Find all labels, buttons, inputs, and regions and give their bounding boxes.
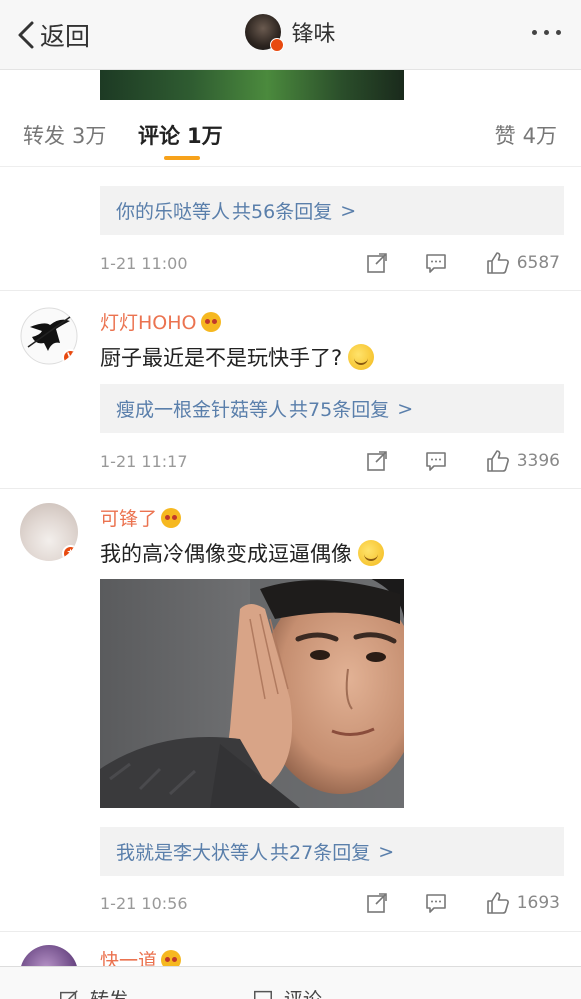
tab-count: 4万 xyxy=(522,124,557,148)
comment-button[interactable]: 评论 xyxy=(252,985,322,999)
avatar[interactable]: ★ xyxy=(20,503,78,561)
comment-icon[interactable] xyxy=(424,251,448,275)
comment-time: 1-21 10:56 xyxy=(100,894,188,913)
share-icon[interactable] xyxy=(365,891,389,915)
like-button[interactable]: 3396 xyxy=(485,448,560,474)
vip-crown-icon xyxy=(161,508,182,528)
share-icon xyxy=(60,989,78,999)
avatar[interactable]: V xyxy=(20,307,78,365)
username-text: 可锋了 xyxy=(100,508,158,530)
navigation-bar: 返回 锋味 xyxy=(0,0,581,70)
comment-photo[interactable] xyxy=(100,579,404,808)
active-tab-indicator xyxy=(164,156,200,160)
man-portrait-image xyxy=(100,579,404,808)
tab-likes[interactable]: 赞 4万 xyxy=(495,120,557,150)
comment-text: 我的高冷偶像变成逗逼偶像 xyxy=(100,542,352,566)
comment-label: 评论 xyxy=(284,985,322,999)
reply-count: 共56条回复 xyxy=(232,201,333,223)
tab-bar: 转发 3万 评论 1万 赞 4万 xyxy=(0,100,581,167)
reply-summary-link[interactable]: 你的乐哒等人 共56条回复 > xyxy=(100,186,564,235)
verified-badge-icon: ★ xyxy=(62,545,78,561)
comment-icon xyxy=(254,990,272,999)
like-count: 6587 xyxy=(516,253,560,273)
reply-names: 我就是李大状等人 xyxy=(116,842,269,864)
comment-meta: 1-21 10:56 1693 xyxy=(100,889,564,919)
verified-badge-icon: V xyxy=(62,349,78,365)
comment-icon[interactable] xyxy=(424,891,448,915)
username-text: 灯灯HOHO xyxy=(100,312,197,334)
comment-username[interactable]: 灯灯HOHO xyxy=(100,308,221,335)
comment-text: 厨子最近是不是玩快手了? xyxy=(100,346,343,370)
tab-count: 3万 xyxy=(72,124,107,148)
bottom-action-bar: 转发 评论 xyxy=(0,966,581,999)
chevron-right-icon: > xyxy=(397,397,414,420)
comment-meta: 1-21 11:00 6587 xyxy=(100,249,564,279)
reply-summary-link[interactable]: 瘦成一根金针菇等人 共75条回复 > xyxy=(100,384,564,433)
like-count: 1693 xyxy=(516,893,560,913)
reply-names: 瘦成一根金针菇等人 xyxy=(116,399,288,421)
comment-body: 我的高冷偶像变成逗逼偶像 xyxy=(100,538,384,568)
comment-time: 1-21 11:00 xyxy=(100,254,188,273)
comment-username[interactable]: 可锋了 xyxy=(100,504,182,531)
verified-badge-icon xyxy=(270,38,285,52)
chevron-right-icon: > xyxy=(340,199,357,222)
repost-label: 转发 xyxy=(90,985,128,999)
divider xyxy=(0,931,581,932)
vip-crown-icon xyxy=(200,312,221,332)
chevron-right-icon: > xyxy=(378,840,395,863)
tab-repost[interactable]: 转发 3万 xyxy=(23,120,106,150)
tab-label: 赞 xyxy=(494,124,516,148)
share-icon[interactable] xyxy=(365,251,389,275)
post-image-peek[interactable] xyxy=(100,70,404,100)
tab-label: 转发 xyxy=(23,124,65,148)
reply-count: 共27条回复 xyxy=(270,842,371,864)
divider xyxy=(0,488,581,489)
emoji-icon xyxy=(358,540,384,566)
tab-label: 评论 xyxy=(138,124,180,148)
reply-count: 共75条回复 xyxy=(289,399,390,421)
like-thumb-icon xyxy=(486,450,509,472)
tab-comments[interactable]: 评论 1万 xyxy=(138,120,223,150)
avatar xyxy=(245,14,285,52)
like-thumb-icon xyxy=(486,892,509,914)
comment-time: 1-21 11:17 xyxy=(100,452,188,471)
comment-body: 厨子最近是不是玩快手了? xyxy=(100,342,375,372)
more-dots-icon[interactable] xyxy=(532,30,561,35)
page-title: 锋味 xyxy=(291,22,336,47)
like-thumb-icon xyxy=(486,252,509,274)
share-icon[interactable] xyxy=(365,449,389,473)
nav-title-group[interactable]: 锋味 xyxy=(0,14,581,52)
divider xyxy=(0,290,581,291)
comment-meta: 1-21 11:17 3396 xyxy=(100,447,564,477)
repost-button[interactable]: 转发 xyxy=(58,985,128,999)
tab-count: 1万 xyxy=(187,124,223,148)
like-button[interactable]: 6587 xyxy=(485,250,560,276)
like-count: 3396 xyxy=(516,451,560,471)
emoji-icon xyxy=(348,344,375,370)
like-button[interactable]: 1693 xyxy=(485,890,560,916)
reply-summary-link[interactable]: 我就是李大状等人 共27条回复 > xyxy=(100,827,564,876)
comment-icon[interactable] xyxy=(424,449,448,473)
reply-names: 你的乐哒等人 xyxy=(116,201,231,223)
